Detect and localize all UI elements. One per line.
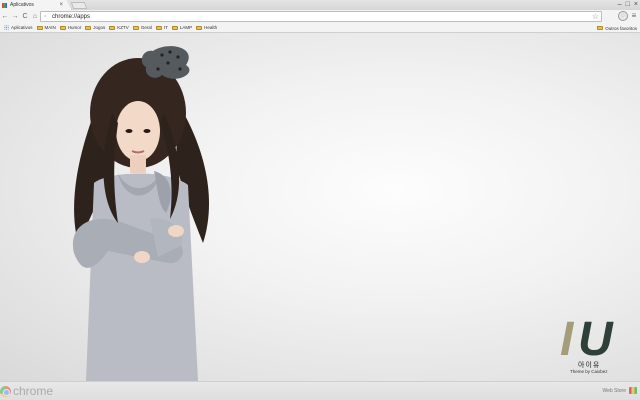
theme-credit: Theme by Caixbez — [570, 369, 608, 374]
folder-icon — [59, 25, 66, 30]
bookmark-folder-it[interactable]: IT — [155, 23, 168, 32]
bookmark-label: Jogos — [93, 25, 106, 30]
folder-icon — [597, 26, 604, 30]
folder-icon — [171, 25, 178, 30]
tab-strip: Aplicativos × – □ × — [0, 0, 640, 10]
folder-icon — [196, 25, 203, 30]
bookmark-apps[interactable]: Aplicativos — [4, 23, 33, 32]
menu-icon[interactable]: ≡ — [630, 11, 638, 21]
tab-aplicativos[interactable]: Aplicativos × — [0, 0, 72, 10]
address-bar[interactable]: ▫ chrome://apps ☆ — [40, 11, 602, 22]
extension-icon[interactable]: ◌ — [618, 11, 628, 21]
folder-icon — [85, 25, 92, 30]
chrome-logo-icon — [0, 386, 11, 397]
bookmark-label: Health — [204, 25, 218, 30]
bookmark-star-icon[interactable]: ☆ — [592, 12, 599, 22]
bookmark-label: Geral — [140, 25, 152, 30]
theme-portrait-image — [72, 46, 210, 381]
bookmark-folder-lamp[interactable]: LAMP — [171, 23, 193, 32]
bookmarks-bar: Aplicativos MAIN Humor Jogos KZTV Geral … — [0, 23, 640, 33]
logo-letter-i: I — [560, 313, 574, 366]
tab-close-icon[interactable]: × — [59, 1, 63, 9]
web-store-icon[interactable] — [629, 387, 637, 394]
forward-button[interactable]: → — [10, 11, 20, 22]
url-text[interactable]: chrome://apps — [52, 14, 90, 20]
bookmark-folder-kztv[interactable]: KZTV — [109, 23, 129, 32]
back-button[interactable]: ← — [0, 11, 10, 22]
bookmark-folder-jogos[interactable]: Jogos — [85, 23, 105, 32]
folder-icon — [109, 25, 116, 30]
bookmark-other-folder[interactable]: Outros favoritos — [597, 23, 637, 33]
toolbar-actions: ◌ ≡ — [618, 11, 638, 21]
new-tab-button[interactable] — [70, 2, 88, 9]
theme-logo: I U 아이유 Theme by Caixbez — [556, 313, 632, 377]
toolbar: ← → C ⌂ ▫ chrome://apps ☆ ◌ ≡ — [0, 10, 640, 23]
new-tab-page: I U 아이유 Theme by Caixbez — [0, 33, 640, 381]
web-store-link[interactable]: Web Store — [602, 388, 626, 394]
bookmark-label: Aplicativos — [11, 25, 33, 30]
home-button[interactable]: ⌂ — [30, 11, 40, 22]
bookmark-label: IT — [163, 25, 168, 30]
bookmark-folder-main[interactable]: MAIN — [36, 23, 56, 32]
apps-grid-icon — [4, 25, 9, 30]
bookmark-label: MAIN — [44, 25, 56, 30]
bookmark-label: Outros favoritos — [605, 25, 637, 31]
page-icon: ▫ — [44, 13, 47, 20]
bookmark-folder-geral[interactable]: Geral — [132, 23, 152, 32]
bookmark-folder-humor[interactable]: Humor — [59, 23, 82, 32]
maximize-button[interactable]: □ — [626, 0, 630, 9]
bottom-bar: chrome Web Store — [0, 381, 640, 400]
tab-title: Aplicativos — [10, 2, 34, 8]
close-window-button[interactable]: × — [634, 0, 638, 9]
reload-button[interactable]: C — [20, 11, 30, 22]
chrome-wordmark: chrome — [13, 384, 54, 398]
folder-icon — [155, 25, 162, 30]
bookmark-folder-health[interactable]: Health — [196, 23, 217, 32]
minimize-button[interactable]: – — [618, 0, 622, 9]
bookmark-label: LAMP — [179, 25, 193, 30]
bookmark-label: Humor — [67, 25, 82, 30]
apps-favicon-icon — [2, 2, 7, 8]
bookmark-label: KZTV — [117, 25, 129, 30]
folder-icon — [132, 25, 139, 30]
folder-icon — [36, 25, 43, 30]
window-controls: – □ × — [618, 0, 638, 9]
logo-letter-u: U — [578, 313, 613, 366]
